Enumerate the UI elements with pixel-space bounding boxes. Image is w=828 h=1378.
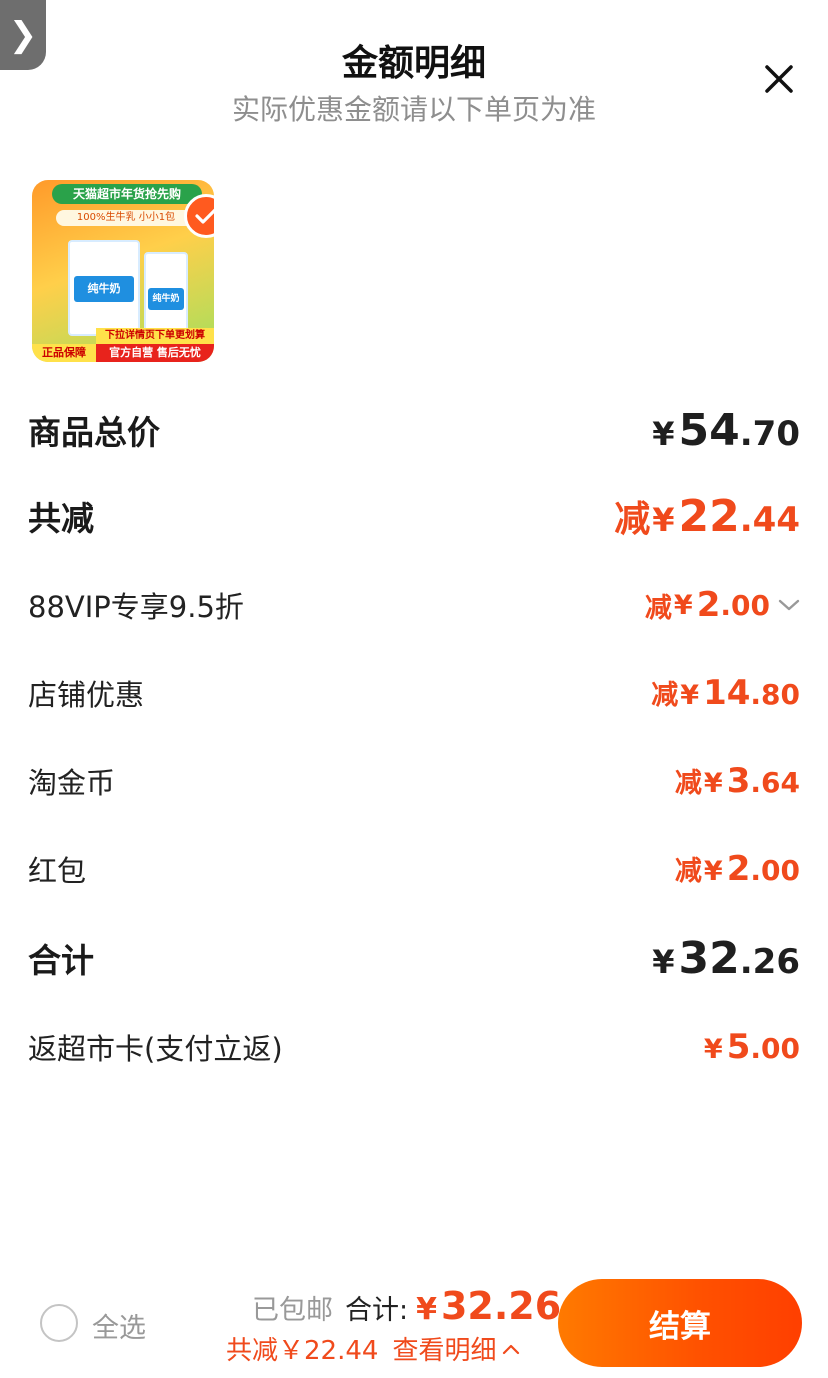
sum-amount: ¥ 32 .26 <box>652 933 800 984</box>
reduce-prefix: 减 <box>674 856 702 887</box>
vip-discount-amount: 减 ¥ 2 .00 <box>645 585 800 625</box>
amount-integer: 32 <box>678 932 740 984</box>
checkmark-icon <box>195 208 214 224</box>
vip-discount-label: 88VIP专享9.5折 <box>28 590 244 624</box>
cashback-label: 返超市卡(支付立返) <box>28 1032 283 1066</box>
currency-symbol: ¥ <box>703 768 723 799</box>
close-button[interactable] <box>758 58 800 100</box>
row-coin-discount: 淘金币 减 ¥ 3 .64 <box>28 756 800 806</box>
amount-decimal: .00 <box>720 588 770 622</box>
amount-integer: 2 <box>726 849 751 889</box>
total-price-label: 商品总价 <box>28 413 160 452</box>
checkout-button[interactable]: 结算 <box>558 1279 802 1367</box>
reduce-prefix: 减 <box>614 499 651 540</box>
currency-symbol: ¥ <box>703 1034 723 1065</box>
promo-strip-red: 官方自营 售后无忧 <box>96 344 214 362</box>
coin-discount-amount: 减 ¥ 3 .64 <box>675 761 800 801</box>
currency-symbol: ¥ <box>680 680 700 711</box>
chevron-down-icon[interactable] <box>778 598 800 612</box>
amount-decimal: .44 <box>739 500 800 540</box>
amount-detail-sheet: ❯ 金额明细 实际优惠金额请以下单页为准 天猫超市年货抢先购 100%生牛乳 小… <box>0 0 828 1378</box>
row-shop-discount: 店铺优惠 减 ¥ 14 .80 <box>28 668 800 718</box>
amount-decimal: .64 <box>750 766 800 799</box>
milk-box-label: 纯牛奶 <box>74 276 134 302</box>
bottom-total-label: 合计: <box>345 1295 409 1326</box>
amount-decimal: .70 <box>739 413 800 454</box>
coin-discount-label: 淘金币 <box>28 766 116 800</box>
shipping-status: 已包邮 <box>252 1295 333 1326</box>
redpack-discount-amount: 减 ¥ 2 .00 <box>675 849 800 889</box>
milk-box-label-small: 纯牛奶 <box>148 288 184 310</box>
currency-symbol: ¥ <box>703 856 723 887</box>
currency-symbol: ¥ <box>652 501 675 539</box>
row-vip-discount[interactable]: 88VIP专享9.5折 减 ¥ 2 .00 <box>28 580 800 630</box>
product-thumbnail[interactable]: 天猫超市年货抢先购 100%生牛乳 小小1包 纯牛奶 纯牛奶 下拉详情页下单更划… <box>32 180 214 362</box>
amount-decimal: .80 <box>750 678 800 711</box>
bottom-total-line: 已包邮 合计: ¥ 32.26 <box>252 1284 561 1328</box>
bottom-reduce-line[interactable]: 共减￥22.44 查看明细 <box>226 1330 520 1367</box>
chevron-up-icon[interactable] <box>502 1343 520 1355</box>
milk-box-image: 纯牛奶 <box>68 240 140 336</box>
amount-decimal: .00 <box>750 854 800 887</box>
amount-integer: 3 <box>726 761 751 801</box>
redpack-discount-label: 红包 <box>28 854 87 888</box>
row-sum: 合计 ¥ 32 .26 <box>28 930 800 986</box>
view-detail-link[interactable]: 查看明细 <box>392 1330 496 1367</box>
currency-symbol: ¥ <box>416 1292 437 1327</box>
shop-discount-label: 店铺优惠 <box>28 678 145 712</box>
select-all-label[interactable]: 全选 <box>92 1306 146 1345</box>
amount-integer: 14 <box>703 673 751 713</box>
page-title: 金额明细 <box>341 43 486 84</box>
amount-decimal: .00 <box>750 1032 800 1065</box>
amount-integer: 54 <box>678 404 740 456</box>
reduce-prefix: 减 <box>644 592 672 624</box>
currency-symbol: ¥ <box>673 589 693 621</box>
currency-symbol: ¥ <box>652 942 675 981</box>
total-reduce-label: 共减 <box>28 499 94 538</box>
product-banner-text: 天猫超市年货抢先购 <box>52 184 202 204</box>
row-total-price: 商品总价 ¥ 54 .70 <box>28 402 800 458</box>
selected-check-badge[interactable] <box>184 194 214 238</box>
amount-decimal: .26 <box>739 941 800 982</box>
amount-integer: 2 <box>696 585 721 625</box>
total-reduce-amount: 减 ¥ 22 .44 <box>614 490 800 542</box>
milk-box-image-small: 纯牛奶 <box>144 252 188 336</box>
select-all-radio[interactable] <box>40 1304 78 1342</box>
page-subtitle: 实际优惠金额请以下单页为准 <box>231 93 596 126</box>
row-redpack-discount: 红包 减 ¥ 2 .00 <box>28 844 800 894</box>
cashback-amount: ¥ 5 .00 <box>704 1027 800 1067</box>
row-total-reduce: 共减 减 ¥ 22 .44 <box>28 488 800 544</box>
reduce-prefix: 减 <box>674 768 702 799</box>
amount-integer: 5 <box>726 1027 751 1067</box>
bottom-total-value: 32.26 <box>440 1284 562 1328</box>
close-icon <box>765 65 793 93</box>
total-price-amount: ¥ 54 .70 <box>652 405 800 456</box>
product-tagline: 100%生牛乳 小小1包 <box>56 210 196 226</box>
shop-discount-amount: 减 ¥ 14 .80 <box>651 673 800 713</box>
currency-symbol: ¥ <box>652 414 675 453</box>
promo-strip-yellow: 下拉详情页下单更划算 <box>96 328 214 344</box>
bottom-reduce-text: 共减￥22.44 <box>226 1336 379 1366</box>
row-cashback: 返超市卡(支付立返) ¥ 5 .00 <box>28 1022 800 1072</box>
promo-strip-left: 正品保障 <box>32 344 96 362</box>
amount-integer: 22 <box>678 491 740 542</box>
sum-label: 合计 <box>28 941 94 980</box>
reduce-prefix: 减 <box>651 680 679 711</box>
